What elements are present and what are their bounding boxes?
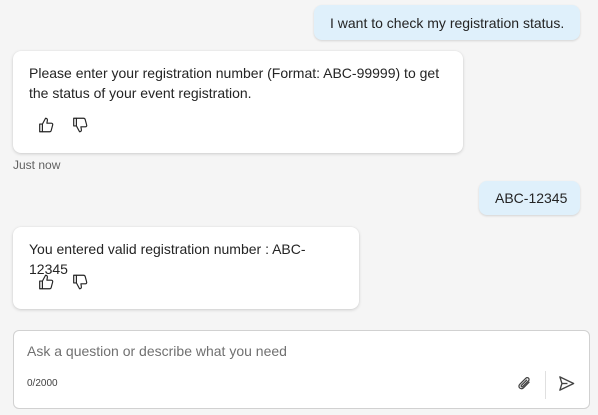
feedback-buttons <box>36 115 90 135</box>
bot-message-text: Please enter your registration number (F… <box>29 65 440 101</box>
thumbs-up-icon[interactable] <box>36 272 56 292</box>
bot-message: You entered valid registration number : … <box>13 227 359 309</box>
message-timestamp: Just now <box>13 158 61 172</box>
message-input[interactable] <box>27 343 567 359</box>
character-count: 0/2000 <box>27 378 58 389</box>
user-message-text: I want to check my registration status. <box>330 14 565 31</box>
composer-divider <box>545 371 546 399</box>
user-message: I want to check my registration status. <box>314 5 580 40</box>
user-message: ABC-12345 <box>479 181 580 215</box>
user-message-text: ABC-12345 <box>495 190 568 206</box>
attach-button[interactable] <box>514 375 536 397</box>
thumbs-down-icon[interactable] <box>70 272 90 292</box>
paperclip-icon <box>516 375 534 398</box>
message-composer: 0/2000 <box>13 330 590 409</box>
thumbs-up-icon[interactable] <box>36 115 56 135</box>
thumbs-down-icon[interactable] <box>70 115 90 135</box>
bot-message: Please enter your registration number (F… <box>13 51 463 153</box>
feedback-buttons <box>36 272 90 292</box>
send-icon <box>557 374 576 398</box>
send-button[interactable] <box>554 374 578 398</box>
